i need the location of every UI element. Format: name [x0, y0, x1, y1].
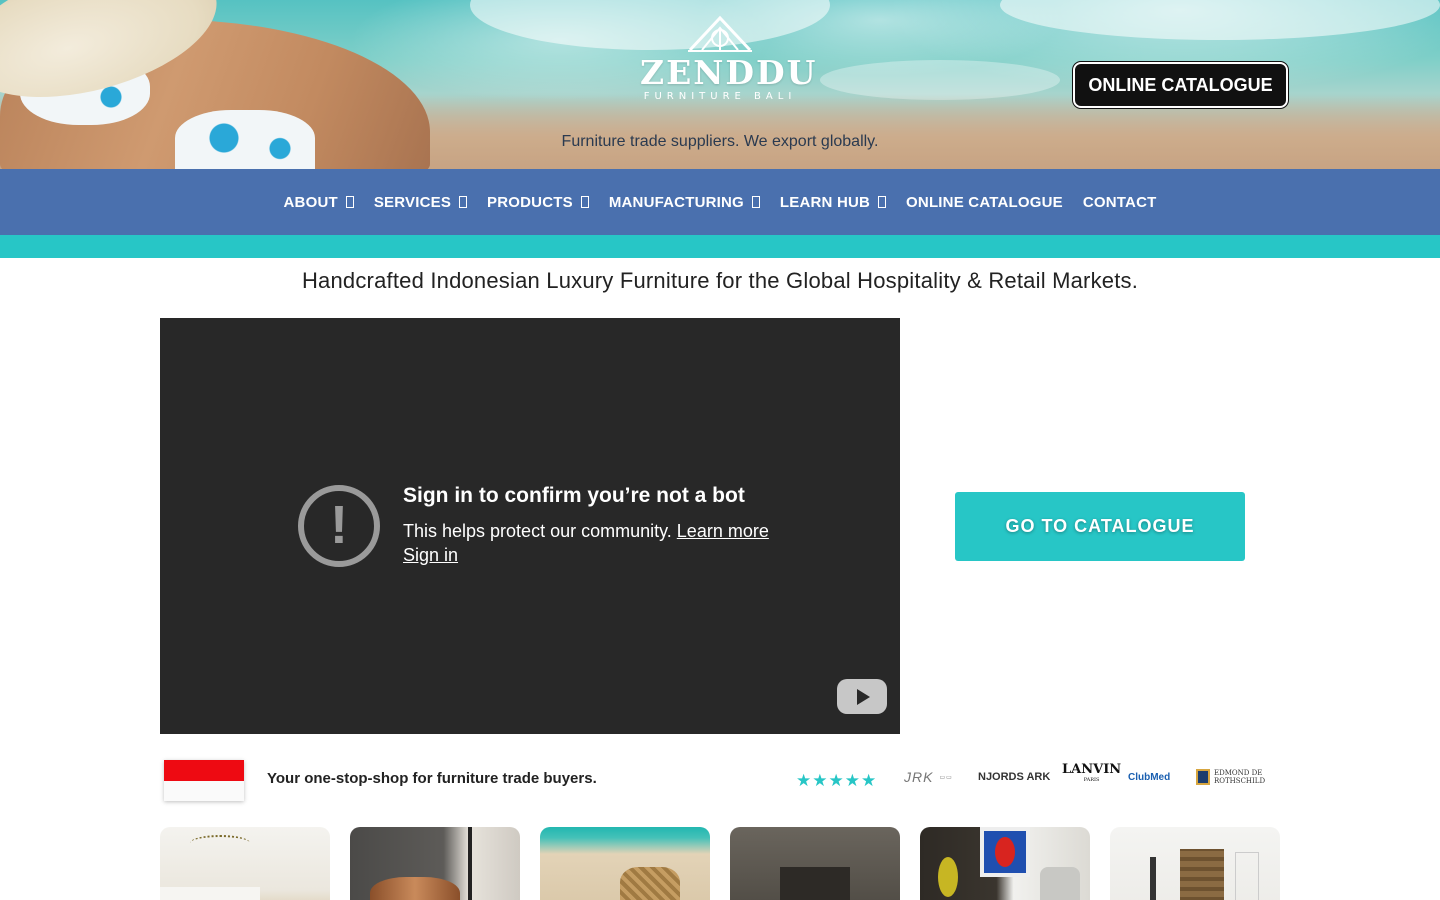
video-message-text: This helps protect our community.: [403, 521, 672, 541]
brand-name: NJORDS ARK: [978, 771, 1051, 783]
sign-in-link[interactable]: Sign in: [403, 545, 458, 566]
indonesia-flag-icon: [164, 760, 244, 801]
nav-item-label: SERVICES: [373, 193, 452, 211]
product-tile[interactable]: [920, 827, 1090, 900]
video-message-body: This helps protect our community. Learn …: [403, 521, 769, 542]
product-tile[interactable]: [1110, 827, 1280, 900]
brand-name: JRK: [904, 769, 934, 785]
product-tile[interactable]: [350, 827, 520, 900]
brand-name: LANVIN: [1062, 762, 1122, 777]
nav-item-services[interactable]: SERVICES: [373, 193, 468, 211]
dropdown-caret-icon: [878, 196, 887, 208]
nav-item-label: CONTACT: [1082, 193, 1157, 211]
main-nav: ABOUT SERVICES PRODUCTS MANUFACTURING LE…: [0, 169, 1440, 235]
dropdown-caret-icon: [751, 196, 760, 208]
logo-subtitle: FURNITURE BALI: [643, 91, 797, 102]
nav-item-label: LEARN HUB: [779, 193, 871, 211]
youtube-play-icon[interactable]: [837, 679, 887, 714]
dropdown-caret-icon: [580, 196, 589, 208]
brand-logo-clubmed: ClubMed: [1128, 762, 1170, 792]
warning-icon: !: [298, 485, 380, 567]
brand-logo-njords-ark: NJORDS ARK: [978, 762, 1050, 792]
header-tagline: Furniture trade suppliers. We export glo…: [561, 133, 879, 150]
brand-name: ClubMed: [1128, 771, 1171, 783]
wave-foam: [820, 60, 1060, 100]
brand-logo-lanvin: LANVIN PARIS: [1062, 762, 1121, 792]
dropdown-caret-icon: [345, 196, 354, 208]
video-message-title: Sign in to confirm you’re not a bot: [403, 484, 745, 507]
nav-item-label: ABOUT: [283, 193, 338, 211]
nav-item-manufacturing[interactable]: MANUFACTURING: [609, 194, 760, 211]
product-tile[interactable]: [730, 827, 900, 900]
video-embed[interactable]: ! Sign in to confirm you’re not a bot Th…: [160, 318, 900, 734]
nav-item-label: ONLINE CATALOGUE: [906, 193, 1063, 211]
nav-item-label: MANUFACTURING: [608, 193, 744, 211]
brand-logo-rothschild: EDMOND DE ROTHSCHILD: [1196, 762, 1274, 792]
nav-item-learn-hub[interactable]: LEARN HUB: [779, 193, 887, 211]
site-logo[interactable]: ZENDDU FURNITURE BALI: [640, 14, 818, 119]
accent-band: [0, 235, 1440, 258]
brand-subname: PARIS: [1083, 777, 1100, 783]
nav-item-products[interactable]: PRODUCTS: [487, 194, 589, 211]
dropdown-caret-icon: [459, 196, 468, 208]
rothschild-crest-icon: [1196, 769, 1210, 785]
nav-item-online-catalogue[interactable]: ONLINE CATALOGUE: [906, 194, 1063, 211]
product-tile[interactable]: [540, 827, 710, 900]
rating-stars: ★★★★★: [796, 771, 878, 790]
nav-item-about[interactable]: ABOUT: [284, 194, 354, 211]
one-stop-text: Your one-stop-shop for furniture trade b…: [267, 770, 597, 787]
nav-item-label: PRODUCTS: [487, 193, 573, 211]
header-hero: ZENDDU FURNITURE BALI Furniture trade su…: [0, 0, 1440, 169]
product-tile[interactable]: [160, 827, 330, 900]
logo-name: ZENDDU: [640, 53, 818, 92]
nav-item-contact[interactable]: CONTACT: [1083, 194, 1157, 211]
online-catalogue-button[interactable]: ONLINE CATALOGUE: [1073, 62, 1288, 108]
wave-foam: [1000, 0, 1440, 40]
go-to-catalogue-button[interactable]: GO TO CATALOGUE: [955, 492, 1245, 561]
brand-logo-jrk: JRK ▭▭: [904, 769, 953, 785]
learn-more-link[interactable]: Learn more: [677, 521, 769, 541]
logo-emblem-icon: [688, 15, 752, 52]
brand-name: EDMOND DE ROTHSCHILD: [1214, 769, 1266, 785]
page-headline: Handcrafted Indonesian Luxury Furniture …: [301, 268, 1139, 293]
